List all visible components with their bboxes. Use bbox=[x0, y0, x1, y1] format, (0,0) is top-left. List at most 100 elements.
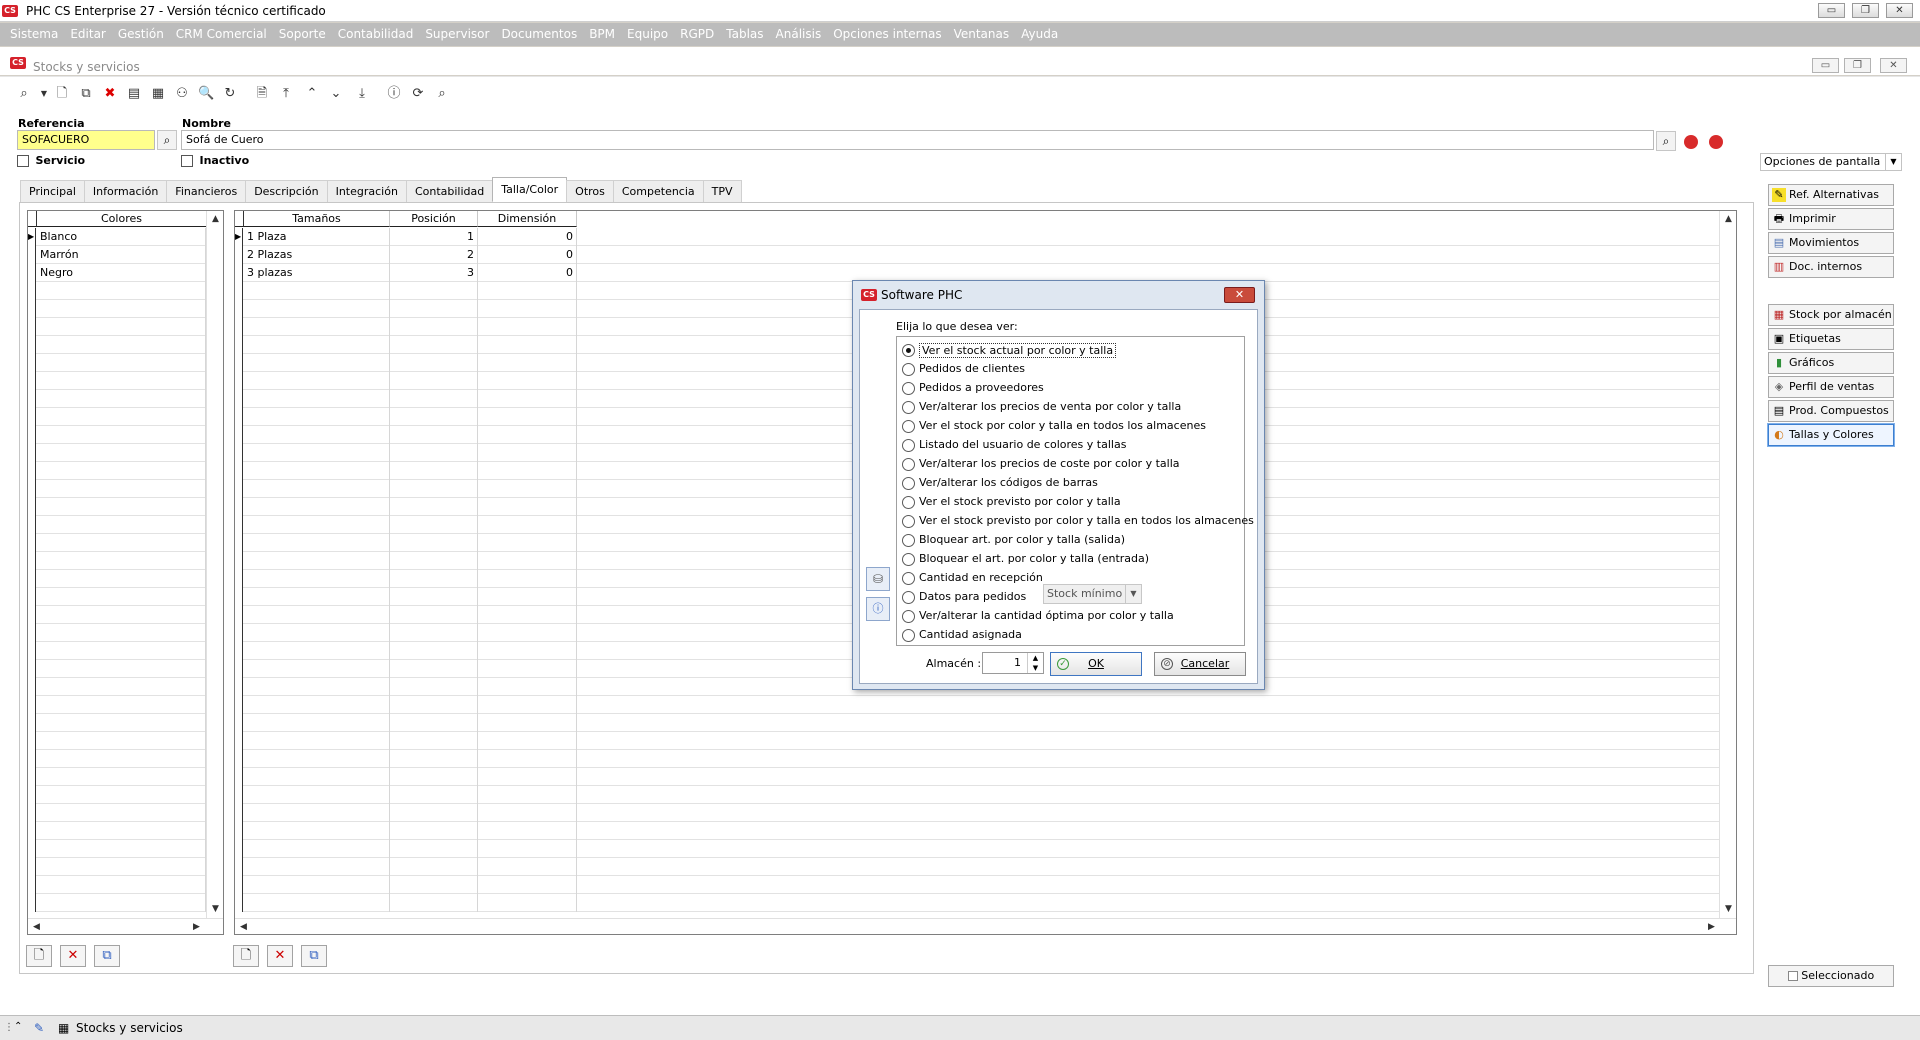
row-indicator[interactable] bbox=[235, 516, 243, 534]
tallas-delete-button[interactable]: ✕ bbox=[267, 945, 293, 967]
row-indicator[interactable] bbox=[235, 732, 243, 750]
option-radio[interactable] bbox=[902, 477, 915, 490]
row-indicator[interactable] bbox=[235, 840, 243, 858]
almacen-stepper[interactable]: 1 ▲ ▼ bbox=[982, 652, 1044, 674]
row-indicator[interactable] bbox=[28, 246, 36, 264]
first-record-icon[interactable]: ⤒ bbox=[278, 86, 294, 102]
menu-analisis[interactable]: Análisis bbox=[770, 23, 828, 46]
row-indicator[interactable] bbox=[28, 840, 36, 858]
servicio-checkbox-row[interactable]: Servicio bbox=[17, 154, 85, 167]
last-record-icon[interactable]: ⤓ bbox=[354, 86, 370, 102]
row-indicator[interactable] bbox=[28, 624, 36, 642]
menu-ayuda[interactable]: Ayuda bbox=[1015, 23, 1064, 46]
row-indicator[interactable] bbox=[28, 822, 36, 840]
referencia-field[interactable]: SOFACUERO bbox=[17, 130, 155, 150]
child-minimize-button[interactable]: ▭ bbox=[1812, 58, 1839, 73]
scroll-down-icon[interactable]: ▼ bbox=[1720, 901, 1736, 918]
row-indicator[interactable] bbox=[235, 426, 243, 444]
row-indicator[interactable] bbox=[28, 534, 36, 552]
tamano-cell[interactable]: 1 Plaza bbox=[244, 228, 390, 246]
scroll-up-icon[interactable]: ▲ bbox=[207, 211, 223, 228]
row-indicator[interactable] bbox=[235, 300, 243, 318]
dropdown-arrow-icon[interactable]: ▼ bbox=[36, 86, 52, 102]
row-indicator[interactable] bbox=[28, 732, 36, 750]
row-indicator[interactable] bbox=[28, 588, 36, 606]
row-indicator[interactable] bbox=[28, 876, 36, 894]
close-window-button[interactable]: ✕ bbox=[1886, 3, 1913, 18]
servicio-checkbox[interactable] bbox=[17, 155, 29, 167]
next-record-icon[interactable]: ⌄ bbox=[328, 86, 344, 102]
minimize-button[interactable]: ▭ bbox=[1818, 3, 1845, 18]
scroll-down-icon[interactable]: ▼ bbox=[207, 901, 223, 918]
tamano-cell[interactable]: 2 Plazas bbox=[244, 246, 390, 264]
zoom-icon[interactable]: ⌕ bbox=[434, 86, 450, 102]
option-label[interactable]: Ver el stock actual por color y talla bbox=[919, 343, 1117, 358]
form-view-icon[interactable]: ▤ bbox=[126, 86, 142, 102]
stock-type-dropdown[interactable]: Stock mínimo ▼ bbox=[1043, 584, 1142, 604]
menu-contabilidad[interactable]: Contabilidad bbox=[332, 23, 420, 46]
perfil-de-ventas-button[interactable]: ◈ Perfil de ventas bbox=[1768, 376, 1894, 398]
refresh-icon[interactable]: ↻ bbox=[222, 86, 238, 102]
nombre-search-button[interactable]: ⌕ bbox=[1656, 131, 1676, 151]
menu-tablas[interactable]: Tablas bbox=[720, 23, 769, 46]
row-indicator[interactable] bbox=[235, 642, 243, 660]
delete-record-icon[interactable]: ✖ bbox=[102, 86, 118, 102]
option-radio[interactable] bbox=[902, 515, 915, 528]
preview-icon[interactable]: 🗎 bbox=[254, 86, 270, 102]
prod-compuestos-button[interactable]: ▤ Prod. Compuestos bbox=[1768, 400, 1894, 422]
copy-record-icon[interactable]: ⧉ bbox=[78, 86, 94, 102]
ref-alternativas-button[interactable]: ✎ Ref. Alternativas bbox=[1768, 184, 1894, 206]
colores-row[interactable]: Marrón bbox=[28, 246, 206, 264]
posicion-header[interactable]: Posición bbox=[390, 211, 478, 227]
stop-icon[interactable] bbox=[1684, 135, 1698, 149]
tallas-horizontal-scrollbar[interactable]: ◀ ▶ bbox=[235, 918, 1736, 934]
scroll-right-icon[interactable]: ▶ bbox=[1703, 919, 1720, 934]
row-indicator[interactable] bbox=[235, 390, 243, 408]
row-indicator[interactable] bbox=[235, 858, 243, 876]
option-label[interactable]: Datos para pedidos bbox=[919, 590, 1026, 603]
tab-integracion[interactable]: Integración bbox=[326, 180, 407, 202]
dimension-cell[interactable]: 0 bbox=[478, 228, 577, 246]
row-indicator[interactable] bbox=[28, 660, 36, 678]
option-radio[interactable] bbox=[902, 496, 915, 509]
previous-record-icon[interactable]: ⌃ bbox=[304, 86, 320, 102]
colores-horizontal-scrollbar[interactable]: ◀ ▶ bbox=[28, 918, 223, 934]
colores-header[interactable]: Colores bbox=[37, 211, 207, 227]
row-indicator[interactable] bbox=[28, 696, 36, 714]
row-indicator[interactable] bbox=[28, 498, 36, 516]
stepper-down-icon[interactable]: ▼ bbox=[1027, 663, 1043, 673]
stop-icon-2[interactable] bbox=[1709, 135, 1723, 149]
row-indicator[interactable] bbox=[28, 678, 36, 696]
inactivo-checkbox[interactable] bbox=[181, 155, 193, 167]
graficos-button[interactable]: ▮ Gráficos bbox=[1768, 352, 1894, 374]
ok-button[interactable]: ✓ OK bbox=[1050, 652, 1142, 676]
row-indicator[interactable] bbox=[28, 354, 36, 372]
row-indicator[interactable] bbox=[235, 876, 243, 894]
row-indicator[interactable] bbox=[235, 588, 243, 606]
colores-row[interactable]: Negro bbox=[28, 264, 206, 282]
colores-vertical-scrollbar[interactable]: ▲ ▼ bbox=[206, 211, 223, 918]
option-radio[interactable] bbox=[902, 458, 915, 471]
etiquetas-button[interactable]: ▣ Etiquetas bbox=[1768, 328, 1894, 350]
hierarchy-icon[interactable]: ⚇ bbox=[174, 86, 190, 102]
movimientos-button[interactable]: ▤ Movimientos bbox=[1768, 232, 1894, 254]
row-indicator[interactable] bbox=[235, 660, 243, 678]
option-radio[interactable] bbox=[902, 401, 915, 414]
row-indicator[interactable] bbox=[235, 408, 243, 426]
row-indicator[interactable] bbox=[28, 372, 36, 390]
menu-editar[interactable]: Editar bbox=[64, 23, 112, 46]
color-cell[interactable]: Marrón bbox=[37, 246, 206, 264]
menu-supervisor[interactable]: Supervisor bbox=[419, 23, 495, 46]
option-label[interactable]: Ver/alterar la cantidad óptima por color… bbox=[919, 609, 1174, 622]
row-indicator[interactable] bbox=[28, 642, 36, 660]
posicion-cell[interactable]: 2 bbox=[390, 246, 478, 264]
option-radio[interactable] bbox=[902, 591, 915, 604]
row-indicator[interactable] bbox=[235, 264, 243, 282]
scroll-right-icon[interactable]: ▶ bbox=[188, 919, 205, 934]
tallas-y-colores-button[interactable]: ◐ Tallas y Colores bbox=[1767, 423, 1895, 447]
row-indicator[interactable] bbox=[28, 426, 36, 444]
row-indicator[interactable] bbox=[28, 804, 36, 822]
dialog-close-button[interactable]: ✕ bbox=[1224, 287, 1255, 303]
menu-sistema[interactable]: Sistema bbox=[0, 23, 64, 46]
seleccionado-toggle[interactable]: Seleccionado bbox=[1768, 965, 1894, 987]
